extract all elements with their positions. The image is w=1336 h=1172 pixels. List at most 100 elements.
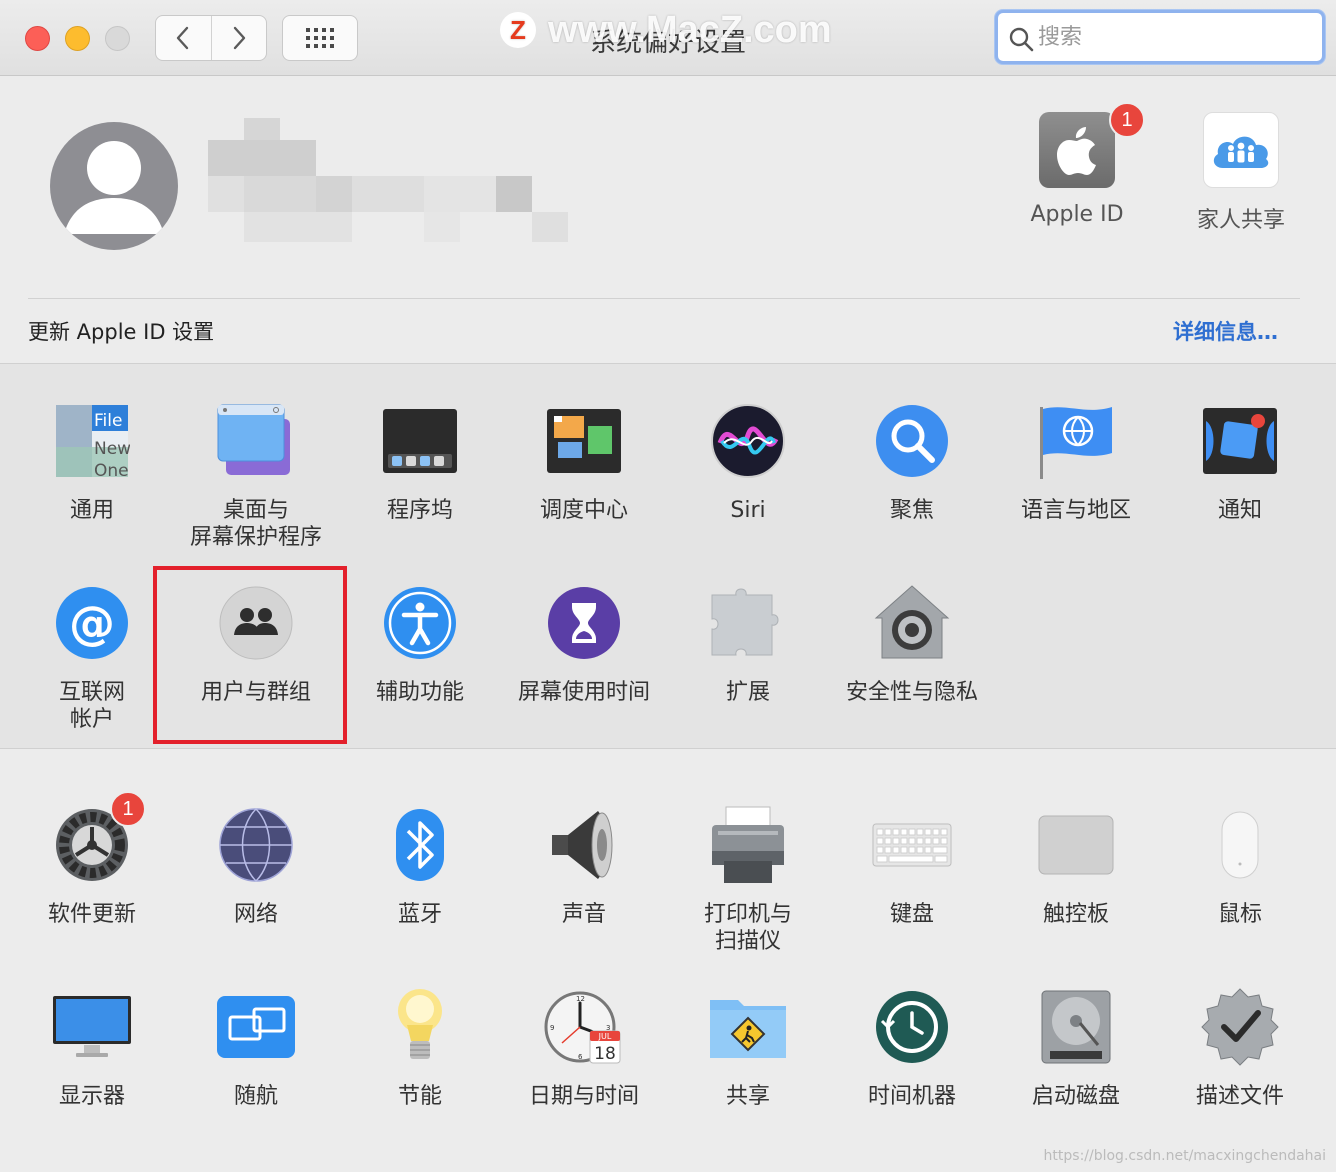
pane-label-energy-saver: 节能: [397, 1084, 442, 1109]
software-update-icon: 1: [52, 791, 146, 885]
security-icon: [872, 583, 952, 663]
divider: [28, 298, 1300, 299]
apple-id-label: Apple ID: [1030, 202, 1124, 227]
screen-time-icon: [544, 583, 624, 663]
siri-icon: [708, 401, 788, 481]
blurred-account-name: [208, 118, 568, 242]
search-field[interactable]: [995, 10, 1325, 64]
show-all-button[interactable]: [282, 15, 358, 61]
display-icon: [52, 987, 132, 1067]
internet-accounts-icon: @: [52, 583, 132, 663]
pane-sound[interactable]: 声音: [502, 805, 666, 928]
pane-siri[interactable]: Siri: [666, 401, 830, 524]
pane-label-extensions: 扩展: [725, 680, 770, 705]
pane-label-mission-control: 调度中心: [539, 498, 628, 523]
family-sharing-tile[interactable]: 家人共享: [1177, 112, 1305, 234]
navigation-buttons: [155, 15, 267, 61]
pane-label-mouse: 鼠标: [1217, 902, 1262, 927]
family-sharing-icon: [1203, 112, 1279, 188]
watermark-text: www.MacZ.com: [548, 8, 832, 51]
pane-time-machine[interactable]: 时间机器: [830, 987, 994, 1110]
pane-label-software-update: 软件更新: [47, 902, 136, 927]
pane-spotlight[interactable]: 聚焦: [830, 401, 994, 524]
forward-button[interactable]: [210, 16, 267, 60]
close-window-button[interactable]: [25, 26, 50, 51]
pane-desktop-screensaver[interactable]: 桌面与 屏幕保护程序: [174, 401, 338, 551]
pane-profiles[interactable]: 描述文件: [1158, 987, 1322, 1110]
pane-label-bluetooth: 蓝牙: [397, 902, 442, 927]
svg-text:6: 6: [578, 1053, 583, 1061]
apple-logo-icon: 1: [1039, 102, 1145, 188]
pane-bluetooth[interactable]: 蓝牙: [338, 805, 502, 928]
user-silhouette-icon: [64, 141, 164, 234]
profiles-icon: [1200, 987, 1280, 1067]
pane-notifications[interactable]: 通知: [1158, 401, 1322, 524]
pane-label-time-machine: 时间机器: [867, 1084, 956, 1109]
pane-label-trackpad: 触控板: [1042, 902, 1109, 927]
pane-label-security: 安全性与隐私: [845, 680, 978, 705]
search-input[interactable]: [1038, 21, 1308, 53]
pane-accessibility[interactable]: 辅助功能: [338, 583, 502, 706]
grid-icon: [306, 28, 334, 48]
pane-displays[interactable]: 显示器: [10, 987, 174, 1110]
apple-id-tile[interactable]: 1 Apple ID: [1013, 102, 1145, 227]
pane-label-general: 通用: [69, 498, 114, 523]
language-flag-icon: [1036, 401, 1116, 481]
sidecar-icon: [216, 987, 296, 1067]
time-machine-icon: [872, 987, 952, 1067]
svg-text:@: @: [69, 596, 115, 650]
chevron-right-icon: [233, 26, 245, 50]
date-icon-month: JUL: [598, 1032, 612, 1041]
avatar[interactable]: [50, 122, 178, 250]
accessibility-icon: [380, 583, 460, 663]
pane-software-update[interactable]: 1 软件更新: [10, 791, 174, 928]
pane-label-siri: Siri: [730, 498, 766, 523]
pane-network[interactable]: 网络: [174, 805, 338, 928]
pane-sharing[interactable]: 共享: [666, 987, 830, 1110]
pane-language-region[interactable]: 语言与地区: [994, 401, 1158, 524]
pane-label-notifications: 通知: [1217, 498, 1262, 523]
svg-text:9: 9: [550, 1024, 554, 1032]
pane-startup-disk[interactable]: 启动磁盘: [994, 987, 1158, 1110]
pane-date-time[interactable]: 12 3 6 9 JUL 18 日期与时间: [502, 987, 666, 1110]
watermark-logo: Z: [500, 12, 536, 48]
zoom-window-button[interactable]: [105, 26, 130, 51]
pane-label-spotlight: 聚焦: [889, 498, 934, 523]
pane-label-displays: 显示器: [58, 1084, 125, 1109]
pane-internet-accounts[interactable]: @ 互联网 帐户: [10, 583, 174, 733]
general-icon-text-new: New: [94, 439, 130, 459]
pane-mouse[interactable]: 鼠标: [1158, 805, 1322, 928]
spotlight-icon: [872, 401, 952, 481]
pane-label-sound: 声音: [561, 902, 606, 927]
pane-energy-saver[interactable]: 节能: [338, 987, 502, 1110]
pane-extensions[interactable]: 扩展: [666, 583, 830, 706]
footer-url: https://blog.csdn.net/macxingchendahai: [1043, 1148, 1326, 1164]
details-link[interactable]: 详细信息…: [1173, 316, 1278, 346]
pane-label-screen-time: 屏幕使用时间: [517, 680, 650, 705]
pane-trackpad[interactable]: 触控板: [994, 805, 1158, 928]
notifications-icon: [1200, 401, 1280, 481]
energy-saver-icon: [380, 987, 460, 1067]
date-time-icon: 12 3 6 9 JUL 18: [544, 987, 624, 1067]
pane-dock[interactable]: 程序坞: [338, 401, 502, 524]
back-button[interactable]: [156, 16, 211, 60]
pane-label-internet-accounts: 互联网 帐户: [58, 680, 125, 732]
pane-security-privacy[interactable]: 安全性与隐私: [830, 583, 994, 706]
pane-screen-time[interactable]: 屏幕使用时间: [502, 583, 666, 706]
bluetooth-icon: [380, 805, 460, 885]
pane-mission-control[interactable]: 调度中心: [502, 401, 666, 524]
printer-icon: [708, 805, 788, 885]
pane-printers-scanners[interactable]: 打印机与 扫描仪: [666, 805, 830, 955]
pane-sidecar[interactable]: 随航: [174, 987, 338, 1110]
pane-label-keyboard: 键盘: [889, 902, 934, 927]
general-icon-text-file: File: [94, 411, 122, 431]
pane-general[interactable]: File New One 通用: [10, 401, 174, 524]
pane-label-printers: 打印机与 扫描仪: [703, 902, 792, 954]
minimize-window-button[interactable]: [65, 26, 90, 51]
pane-keyboard[interactable]: 键盘: [830, 805, 994, 928]
pane-label-dock: 程序坞: [386, 498, 453, 523]
pane-label-desktop: 桌面与 屏幕保护程序: [189, 498, 322, 550]
apple-id-badge: 1: [1109, 102, 1145, 138]
highlight-box: [153, 566, 347, 744]
update-apple-id-text: 更新 Apple ID 设置: [28, 320, 215, 344]
